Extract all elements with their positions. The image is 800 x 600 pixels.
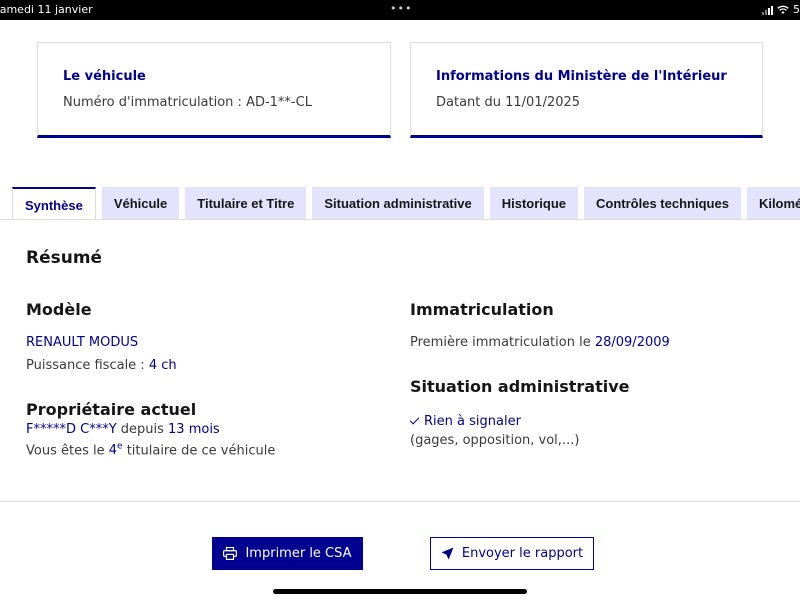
- print-csa-button[interactable]: Imprimer le CSA: [212, 537, 363, 570]
- fiscal-power: Puissance fiscale : 4 ch: [26, 358, 177, 373]
- holder-line: Vous êtes le 4e titulaire de ce véhicule: [26, 442, 275, 458]
- owner-name: F*****D C***Y: [26, 422, 117, 437]
- check-icon: [409, 414, 420, 425]
- vehicle-card: Le véhicule Numéro d'immatriculation : A…: [37, 42, 391, 138]
- home-indicator[interactable]: [273, 589, 527, 594]
- ministry-card-title: Informations du Ministère de l'Intérieur: [436, 69, 727, 84]
- print-csa-label: Imprimer le CSA: [245, 546, 352, 561]
- registration-heading: Immatriculation: [410, 300, 554, 319]
- tab-kilometrage[interactable]: Kilométrage: [746, 187, 800, 220]
- status-time: samedi 11 janvier: [0, 3, 93, 16]
- owner-heading: Propriétaire actuel: [26, 400, 197, 419]
- tab-titulaire-titre[interactable]: Titulaire et Titre: [185, 187, 307, 220]
- tab-historique[interactable]: Historique: [489, 187, 579, 220]
- owner-since-value: 13 mois: [168, 422, 220, 437]
- battery-percent: 5: [793, 3, 800, 16]
- send-report-button[interactable]: Envoyer le rapport: [430, 537, 594, 570]
- admin-heading: Situation administrative: [410, 377, 630, 396]
- summary-title: Résumé: [26, 248, 103, 268]
- ministry-card: Informations du Ministère de l'Intérieur…: [410, 42, 763, 138]
- vehicle-card-title: Le véhicule: [63, 69, 146, 84]
- first-registration: Première immatriculation le 28/09/2009: [410, 335, 670, 350]
- status-bar: samedi 11 janvier ••• 5: [0, 0, 800, 20]
- first-registration-label: Première immatriculation le: [410, 335, 595, 350]
- admin-detail: (gages, opposition, vol,...): [410, 433, 580, 448]
- fiscal-power-value: 4 ch: [148, 358, 177, 373]
- owner-line: F*****D C***Y depuis 13 mois: [26, 422, 220, 437]
- status-right: 5: [762, 3, 800, 16]
- tab-situation-administrative[interactable]: Situation administrative: [312, 187, 484, 220]
- registration-number: Numéro d'immatriculation : AD-1**-CL: [63, 95, 312, 110]
- holder-prefix: Vous êtes le: [26, 443, 109, 459]
- multitasking-dots-icon[interactable]: •••: [390, 2, 412, 15]
- send-icon: [441, 547, 454, 560]
- signal-icon: [762, 5, 773, 15]
- model-heading: Modèle: [26, 300, 92, 319]
- wifi-icon: [777, 5, 789, 14]
- send-report-label: Envoyer le rapport: [461, 546, 584, 561]
- ministry-date: Datant du 11/01/2025: [436, 95, 581, 110]
- admin-status: Rien à signaler: [409, 414, 521, 429]
- tab-controles-techniques[interactable]: Contrôles techniques: [584, 187, 741, 220]
- tab-bar: Synthèse Véhicule Titulaire et Titre Sit…: [12, 187, 800, 220]
- model-name: RENAULT MODUS: [26, 335, 139, 350]
- admin-status-text: Rien à signaler: [424, 414, 521, 429]
- printer-icon: [223, 547, 238, 560]
- holder-suffix: titulaire de ce véhicule: [122, 443, 276, 459]
- tab-synthese[interactable]: Synthèse: [12, 187, 96, 220]
- owner-since-label: depuis: [116, 422, 169, 437]
- fiscal-power-label: Puissance fiscale :: [26, 358, 149, 373]
- tab-vehicule[interactable]: Véhicule: [101, 187, 180, 220]
- synthese-panel: Résumé Modèle RENAULT MODUS Puissance fi…: [0, 219, 800, 502]
- first-registration-date: 28/09/2009: [594, 335, 670, 350]
- holder-number: 4e: [108, 442, 123, 459]
